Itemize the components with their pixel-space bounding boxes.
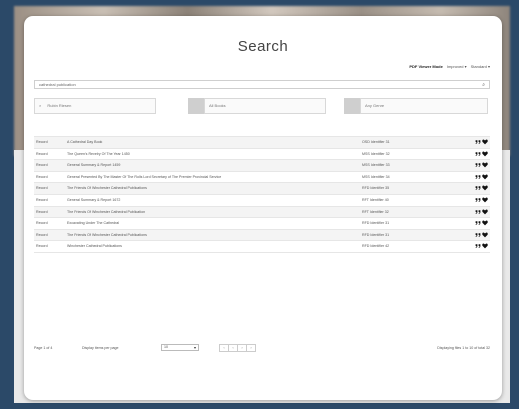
row-actions — [475, 243, 488, 249]
heart-icon[interactable] — [482, 151, 488, 157]
row-identifier: RFD Identifier 35 — [362, 186, 390, 191]
row-identifier: MSS Identifier 32 — [362, 151, 390, 156]
row-type: Record — [36, 221, 48, 226]
row-actions — [475, 151, 488, 157]
table-row[interactable]: Record The Friends Of Winchester Cathedra… — [34, 182, 490, 194]
row-type: Record — [36, 151, 48, 156]
heart-icon[interactable] — [482, 220, 488, 226]
table-row[interactable]: Record The Queen's Revelry Of The Year 14… — [34, 147, 490, 160]
row-actions — [475, 185, 488, 191]
quote-icon[interactable] — [475, 197, 481, 203]
row-type: Record — [36, 140, 48, 144]
row-identifier: RFD Identifier 31 — [362, 232, 390, 237]
sort-option-standard[interactable]: Standard ▾ — [471, 64, 490, 69]
row-type: Record — [36, 209, 48, 214]
heart-icon[interactable] — [482, 197, 488, 203]
sort-options: PDF Viewer Mode Improved ▾ Standard ▾ — [409, 64, 490, 69]
quote-icon[interactable] — [475, 232, 481, 238]
search-icon[interactable]: ⌕ — [482, 81, 485, 89]
row-title[interactable]: Winchester Cathedral Publications — [67, 241, 122, 251]
row-actions — [475, 197, 488, 203]
row-actions — [475, 162, 488, 168]
display-count: Displaying files 1 to 10 of total 32 — [437, 346, 490, 350]
quote-icon[interactable] — [475, 162, 481, 168]
row-title[interactable]: General Summary & Report 1459 — [67, 160, 120, 170]
quote-icon[interactable] — [475, 151, 481, 157]
row-actions — [475, 174, 488, 180]
row-type: Record — [36, 232, 48, 237]
results-footer: Page 1 of 4 Display items per page 10 ▾ … — [34, 343, 490, 353]
quote-icon[interactable] — [475, 220, 481, 226]
row-identifier: MSS Identifier 34 — [362, 174, 390, 179]
row-type: Record — [36, 174, 48, 179]
heart-icon[interactable] — [482, 174, 488, 180]
heart-icon[interactable] — [482, 139, 488, 145]
row-identifier: OSD Identifier 31 — [362, 140, 390, 144]
filter-books-swatch — [188, 98, 204, 114]
row-title[interactable]: The Queen's Revelry Of The Year 1450 — [67, 149, 130, 159]
chevron-down-icon: ▾ — [193, 345, 196, 350]
quote-icon[interactable] — [475, 243, 481, 249]
row-actions — [475, 209, 488, 215]
row-type: Record — [36, 186, 48, 191]
items-per-page-value: 10 — [164, 345, 168, 349]
row-identifier: RFT Identifier 32 — [362, 209, 389, 214]
last-page-button[interactable]: › — [246, 344, 256, 352]
filter-close-icon[interactable]: × — [39, 103, 41, 108]
sort-option-improved[interactable]: Improved ▾ — [447, 64, 467, 69]
filter-bar: × Rubin Riesen All Books Any Genre — [34, 98, 490, 114]
page-indicator: Page 1 of 4 — [34, 346, 53, 350]
filter-author[interactable]: × Rubin Riesen — [34, 98, 156, 114]
items-per-page-select[interactable]: 10 ▾ — [161, 344, 199, 351]
table-row[interactable]: Record General Summary & Report 1459 MSS I… — [34, 159, 490, 171]
quote-icon[interactable] — [475, 174, 481, 180]
row-identifier: RFT Identifier 40 — [362, 197, 389, 202]
quote-icon[interactable] — [475, 209, 481, 215]
heart-icon[interactable] — [482, 209, 488, 215]
filter-books[interactable]: All Books — [204, 98, 326, 114]
row-title[interactable]: The Friends Of Winchester Cathedral Publ… — [67, 207, 145, 217]
heart-icon[interactable] — [482, 162, 488, 168]
table-row[interactable]: Record General Presented By The Master Of… — [34, 170, 490, 183]
row-identifier: RFD Identifier 42 — [362, 244, 390, 249]
heart-icon[interactable] — [482, 243, 488, 249]
table-row[interactable]: Record Excavating Under The Cathedral RFD … — [34, 217, 490, 229]
table-row[interactable]: Record General Summary & Report 1672 RFT I… — [34, 193, 490, 206]
filter-genre-label: Any Genre — [365, 103, 385, 108]
row-identifier: MSS Identifier 33 — [362, 163, 390, 168]
search-panel: Search PDF Viewer Mode Improved ▾ Standa… — [24, 16, 502, 400]
table-row[interactable]: Record The Friends Of Winchester Cathedra… — [34, 205, 490, 218]
heart-icon[interactable] — [482, 232, 488, 238]
filter-books-label: All Books — [209, 103, 226, 108]
table-row[interactable]: Record A Cathedral Day Book OSD Identifier… — [34, 136, 490, 148]
row-title[interactable]: General Summary & Report 1672 — [67, 195, 120, 205]
filter-author-label: Rubin Riesen — [47, 103, 72, 108]
page-title: Search — [237, 38, 289, 55]
row-type: Record — [36, 197, 48, 202]
row-identifier: RFD Identifier 31 — [362, 221, 390, 226]
items-per-page-label: Display items per page — [82, 346, 119, 350]
search-input-value: cathedral publication — [39, 82, 76, 87]
pagination: ‹ ‹ › › — [219, 344, 256, 352]
row-type: Record — [36, 163, 48, 168]
table-row[interactable]: Record Winchester Cathedral Publications R… — [34, 240, 490, 253]
results-table: Record A Cathedral Day Book OSD Identifier… — [34, 136, 490, 253]
quote-icon[interactable] — [475, 185, 481, 191]
filter-genre-swatch — [344, 98, 360, 114]
row-actions — [475, 139, 488, 145]
filter-genre[interactable]: Any Genre — [360, 98, 488, 114]
row-actions — [475, 232, 488, 238]
heart-icon[interactable] — [482, 185, 488, 191]
sort-option-pdf-viewer[interactable]: PDF Viewer Mode — [409, 64, 443, 69]
row-title[interactable]: Excavating Under The Cathedral — [67, 218, 119, 228]
table-row[interactable]: Record The Friends Of Winchester Cathedra… — [34, 228, 490, 241]
row-actions — [475, 220, 488, 226]
row-title[interactable]: The Friends Of Winchester Cathedral Publ… — [67, 183, 147, 193]
row-title[interactable]: The Friends Of Winchester Cathedral Publ… — [67, 230, 147, 240]
row-title[interactable]: A Cathedral Day Book — [67, 137, 102, 147]
quote-icon[interactable] — [475, 139, 481, 145]
search-input[interactable]: cathedral publication ⌕ — [34, 80, 490, 89]
row-title[interactable]: General Presented By The Master Of The R… — [67, 172, 221, 182]
row-type: Record — [36, 244, 48, 249]
